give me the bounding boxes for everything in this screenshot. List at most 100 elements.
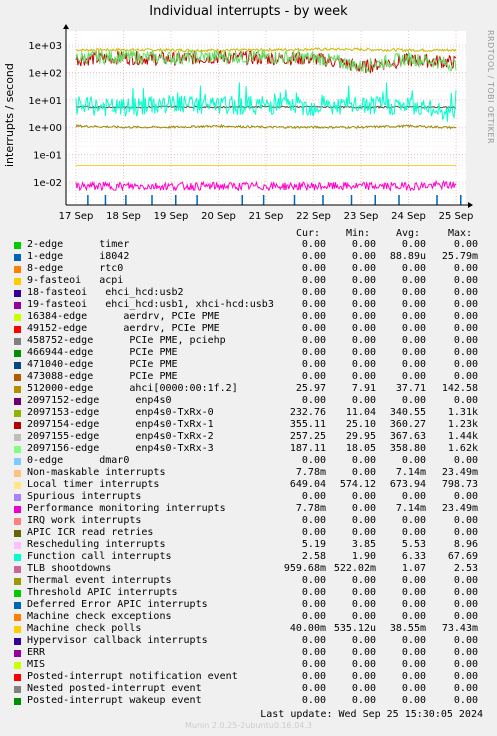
- legend-name: Performance monitoring interrupts: [27, 503, 226, 514]
- legend-max: 0.00: [453, 455, 478, 466]
- legend-name: 18-fasteoi ehci_hcd:usb2: [27, 287, 184, 298]
- legend-max: 0.00: [453, 575, 478, 586]
- legend-row: 473088-edge PCIe PME 0.00 0.00 0.00 0.00: [0, 371, 497, 383]
- legend-name: APIC ICR read retries: [27, 527, 154, 538]
- legend-row: 471040-edge PCIe PME 0.00 0.00 0.00 0.00: [0, 359, 497, 371]
- legend-swatch: [14, 254, 21, 261]
- legend-swatch: [14, 674, 21, 681]
- legend-name: 473088-edge PCIe PME: [27, 371, 178, 382]
- legend-row: Machine check polls 40.00m 535.12u 38.55m 73…: [0, 623, 497, 635]
- legend-max: 0.00: [453, 299, 478, 310]
- legend-max: 0.00: [453, 311, 478, 322]
- legend-max: 0.00: [453, 671, 478, 682]
- legend-max: 142.58: [441, 383, 478, 394]
- legend-max: 798.73: [441, 479, 478, 490]
- legend-name: Spurious interrupts: [27, 491, 142, 502]
- legend-row: 18-fasteoi ehci_hcd:usb2 0.00 0.00 0.00 0.00: [0, 287, 497, 299]
- legend-max: 23.49m: [441, 467, 478, 478]
- legend-name: Machine check exceptions: [27, 611, 172, 622]
- legend-max: 2.53: [453, 563, 478, 574]
- x-tick-label: 17 Sep: [59, 211, 94, 222]
- legend-name: IRQ work interrupts: [27, 515, 142, 526]
- legend-name: 466944-edge PCIe PME: [27, 347, 178, 358]
- x-tick-label: 24 Sep: [391, 211, 426, 222]
- legend-name: Posted-interrupt wakeup event: [27, 695, 202, 706]
- legend-name: 1-edge i8042: [27, 251, 130, 262]
- legend-max: 73.43m: [441, 623, 478, 634]
- legend-swatch: [14, 638, 21, 645]
- legend-max: 0.00: [453, 359, 478, 370]
- col-header-avg: Avg:: [396, 228, 421, 239]
- legend-swatch: [14, 578, 21, 585]
- legend-row: 2-edge timer 0.00 0.00 0.00 0.00: [0, 239, 497, 251]
- legend-row: Posted-interrupt wakeup event 0.00 0.00 0.0…: [0, 695, 497, 707]
- legend-name: 0-edge dmar0: [27, 455, 130, 466]
- legend-row: 2097153-edge enp4s0-TxRx-0 232.76 11.04 340…: [0, 407, 497, 419]
- legend-swatch: [14, 650, 21, 657]
- legend-max: 0.00: [453, 587, 478, 598]
- legend-swatch: [14, 290, 21, 297]
- legend-row: ERR 0.00 0.00 0.00 0.00: [0, 647, 497, 659]
- legend-max: 0.00: [453, 239, 478, 250]
- legend-name: 2097156-edge enp4s0-TxRx-3: [27, 443, 214, 454]
- legend-row: Performance monitoring interrupts 7.78m 0.…: [0, 503, 497, 515]
- legend-max: 0.00: [453, 371, 478, 382]
- legend-swatch: [14, 314, 21, 321]
- munin-version: Munin 2.0.25-2ubuntu0.16.04.3: [185, 721, 312, 730]
- legend-row: Non-maskable interrupts 7.78m 0.00 7.14m 23.…: [0, 467, 497, 479]
- legend-max: 0.00: [453, 323, 478, 334]
- legend-name: ERR: [27, 647, 46, 658]
- col-header-cur: Cur:: [296, 228, 321, 239]
- y-tick-label: 1e+02: [28, 68, 62, 79]
- legend-swatch: [14, 350, 21, 357]
- legend-name: Function call interrupts: [27, 551, 172, 562]
- legend-max: 0.00: [453, 491, 478, 502]
- legend-row: Hypervisor callback interrupts 0.00 0.00 0.…: [0, 635, 497, 647]
- legend-row: 1-edge i8042 0.00 0.00 88.89u 25.79m: [0, 251, 497, 263]
- legend-swatch: [14, 446, 21, 453]
- legend-name: 8-edge rtc0: [27, 263, 124, 274]
- legend-name: 512000-edge ahci[0000:00:1f.2]: [27, 383, 238, 394]
- legend-swatch: [14, 278, 21, 285]
- legend-row: MIS 0.00 0.00 0.00 0.00: [0, 659, 497, 671]
- legend-max: 1.44k: [447, 431, 478, 442]
- legend-row: APIC ICR read retries 0.00 0.00 0.00 0.00: [0, 527, 497, 539]
- legend-name: 9-fasteoi acpi: [27, 275, 124, 286]
- x-tick-label: 18 Sep: [106, 211, 141, 222]
- legend-name: 2097152-edge enp4s0: [27, 395, 172, 406]
- legend-swatch: [14, 386, 21, 393]
- legend-swatch: [14, 662, 21, 669]
- x-axis-arrow: [468, 202, 473, 208]
- legend-swatch: [14, 302, 21, 309]
- legend-name: Non-maskable interrupts: [27, 467, 166, 478]
- legend-row: Deferred Error APIC interrupts 0.00 0.00 0.…: [0, 599, 497, 611]
- legend-name: 16384-edge aerdrv, PCIe PME: [27, 311, 220, 322]
- legend-row: 2097154-edge enp4s0-TxRx-1 355.11 25.10 360…: [0, 419, 497, 431]
- y-tick-label: 1e-02: [33, 178, 62, 189]
- legend-name: 458752-edge PCIe PME, pciehp: [27, 335, 226, 346]
- last-update: Last update: Wed Sep 25 15:30:05 2024: [260, 709, 483, 720]
- legend-row: Local timer interrupts 649.04 574.12 673.94…: [0, 479, 497, 491]
- legend-max: 0.00: [453, 287, 478, 298]
- x-tick-label: 23 Sep: [344, 211, 379, 222]
- legend-swatch: [14, 458, 21, 465]
- legend-max: 0.00: [453, 599, 478, 610]
- legend-swatch: [14, 518, 21, 525]
- legend-row: Threshold APIC interrupts 0.00 0.00 0.00 0.0…: [0, 587, 497, 599]
- legend-name: Thermal event interrupts: [27, 575, 172, 586]
- legend-swatch: [14, 398, 21, 405]
- legend-swatch: [14, 266, 21, 273]
- legend-row: 8-edge rtc0 0.00 0.00 0.00 0.00: [0, 263, 497, 275]
- legend-max: 0.00: [453, 275, 478, 286]
- legend-row: TLB shootdowns 959.68m 522.02m 1.07 2.53: [0, 563, 497, 575]
- legend-max: 0.00: [453, 347, 478, 358]
- legend-row: 2097155-edge enp4s0-TxRx-2 257.25 29.95 367…: [0, 431, 497, 443]
- legend-name: 49152-edge aerdrv, PCIe PME: [27, 323, 220, 334]
- legend-swatch: [14, 410, 21, 417]
- legend-swatch: [14, 326, 21, 333]
- y-tick-label: 1e+01: [28, 96, 62, 107]
- legend-max: 1.31k: [447, 407, 478, 418]
- legend-row: 2097156-edge enp4s0-TxRx-3 187.11 18.05 358…: [0, 443, 497, 455]
- legend-row: Spurious interrupts 0.00 0.00 0.00 0.00: [0, 491, 497, 503]
- legend-max: 8.96: [453, 539, 478, 550]
